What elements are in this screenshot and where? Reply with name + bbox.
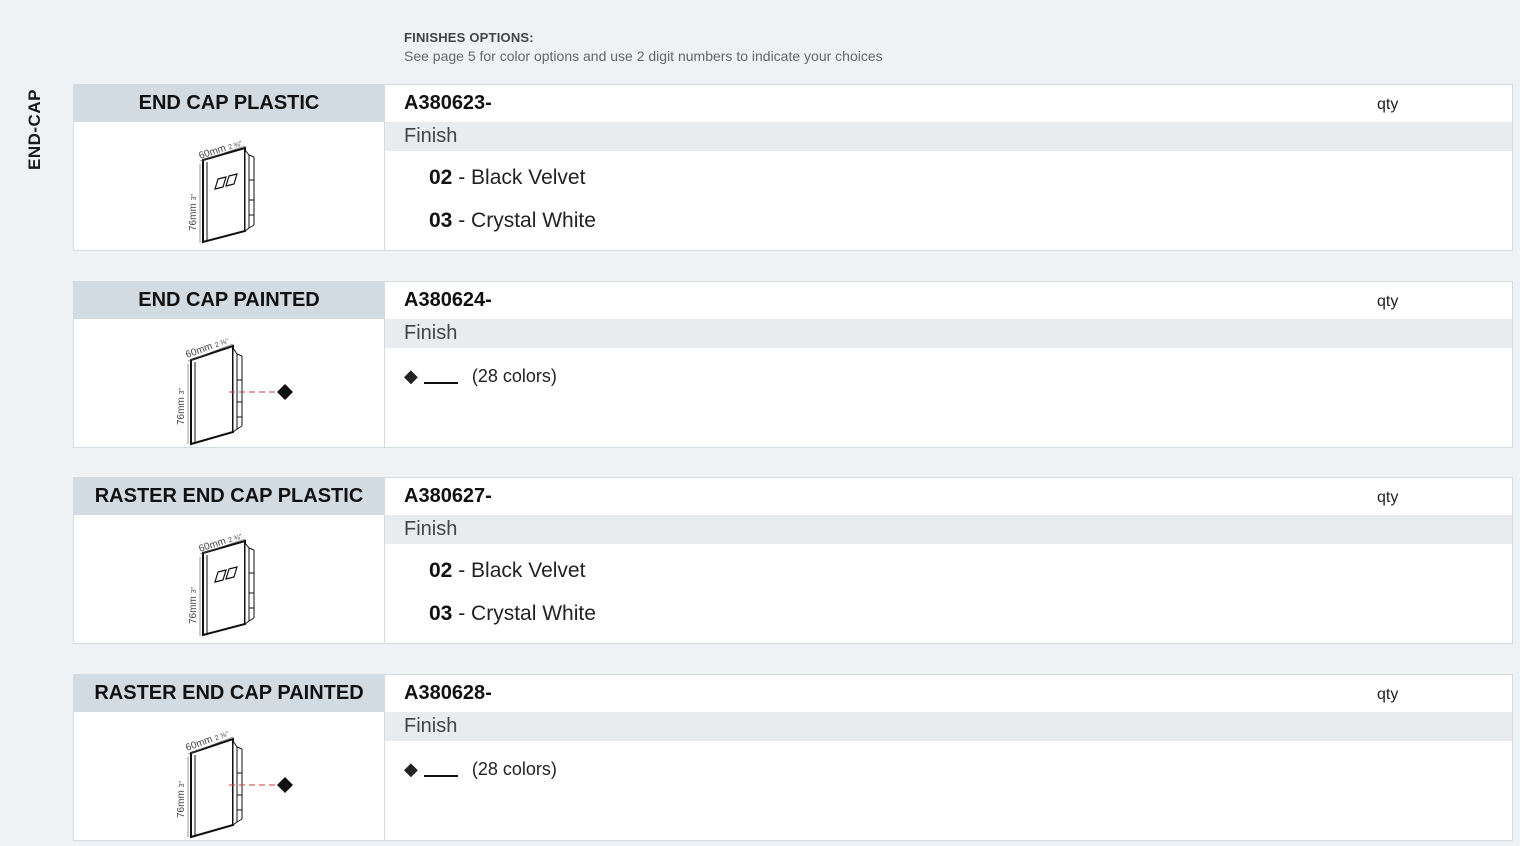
code-row: A380628- qty bbox=[385, 675, 1512, 712]
product-card: RASTER END CAP PAINTED 60mm 2 ⅜" 76mm 3"… bbox=[73, 674, 1513, 841]
code-row: A380623- qty bbox=[385, 85, 1512, 122]
option-label: - Crystal White bbox=[458, 602, 596, 625]
product-info-panel: END CAP PLASTIC 60mm 2 ⅜" 76mm 3" bbox=[74, 85, 385, 250]
height-label: 76mm bbox=[188, 596, 199, 624]
finish-option[interactable]: 02 - Black Velvet bbox=[429, 166, 585, 190]
paint-color-count: (28 colors) bbox=[471, 759, 557, 779]
product-info-panel: RASTER END CAP PAINTED 60mm 2 ⅜" 76mm 3" bbox=[74, 675, 385, 840]
qty-field[interactable]: qty bbox=[1377, 676, 1398, 713]
product-card: END CAP PAINTED 60mm 2 ⅜" 76mm 3" A38062… bbox=[73, 281, 1513, 448]
finish-label: Finish bbox=[385, 122, 1512, 151]
product-order-panel: A380627- qty Finish 02 - Black Velvet 03… bbox=[385, 478, 1512, 643]
product-name: RASTER END CAP PAINTED bbox=[74, 675, 384, 712]
product-info-panel: RASTER END CAP PLASTIC 60mm 2 ⅜" 76mm 3" bbox=[74, 478, 385, 643]
height-label: 76mm bbox=[176, 790, 187, 818]
option-label: - Crystal White bbox=[458, 209, 596, 232]
code-row: A380624- qty bbox=[385, 282, 1512, 319]
option-code: 03 bbox=[429, 209, 453, 232]
finish-option[interactable]: 02 - Black Velvet bbox=[429, 559, 585, 583]
svg-text:76mm 3": 76mm 3" bbox=[176, 388, 187, 425]
finishes-header: FINISHES OPTIONS: See page 5 for color o… bbox=[404, 30, 883, 64]
finishes-subtitle: See page 5 for color options and use 2 d… bbox=[404, 48, 883, 64]
product-code: A380627- bbox=[404, 485, 492, 507]
code-row: A380627- qty bbox=[385, 478, 1512, 515]
color-blank-line[interactable] bbox=[423, 775, 458, 777]
paint-color-field[interactable]: ◆ (28 colors) bbox=[404, 759, 557, 780]
product-name: RASTER END CAP PLASTIC bbox=[74, 478, 384, 515]
product-order-panel: A380623- qty Finish 02 - Black Velvet 03… bbox=[385, 85, 1512, 250]
finishes-title: FINISHES OPTIONS: bbox=[404, 30, 534, 45]
svg-text:76mm 3": 76mm 3" bbox=[188, 587, 199, 624]
product-card: RASTER END CAP PLASTIC 60mm 2 ⅜" 76mm 3"… bbox=[73, 477, 1513, 644]
end-cap-plastic-drawing: 60mm 2 ⅜" 76mm 3" bbox=[188, 140, 255, 244]
product-info-panel: END CAP PAINTED 60mm 2 ⅜" 76mm 3" bbox=[74, 282, 385, 447]
product-order-panel: A380624- qty Finish ◆ (28 colors) bbox=[385, 282, 1512, 447]
raster-end-cap-painted-drawing: 60mm 2 ⅜" 76mm 3" bbox=[176, 731, 293, 839]
finish-label: Finish bbox=[385, 515, 1512, 544]
section-label: END-CAP bbox=[25, 89, 44, 171]
finish-option[interactable]: 03 - Crystal White bbox=[429, 209, 596, 233]
finish-label: Finish bbox=[385, 712, 1512, 741]
raster-end-cap-plastic-drawing: 60mm 2 ⅜" 76mm 3" bbox=[188, 533, 255, 637]
option-code: 02 bbox=[429, 559, 453, 582]
height-label: 76mm bbox=[188, 203, 199, 231]
height-inch-label: 3" bbox=[191, 194, 198, 201]
diamond-icon: ◆ bbox=[404, 759, 418, 779]
product-order-panel: A380628- qty Finish ◆ (28 colors) bbox=[385, 675, 1512, 840]
height-inch-label: 3" bbox=[179, 388, 186, 395]
diamond-icon: ◆ bbox=[404, 366, 418, 386]
product-card: END CAP PLASTIC 60mm 2 ⅜" 76mm 3" A38062… bbox=[73, 84, 1513, 251]
product-name: END CAP PAINTED bbox=[74, 282, 384, 319]
paint-color-field[interactable]: ◆ (28 colors) bbox=[404, 366, 557, 387]
product-code: A380628- bbox=[404, 682, 492, 704]
option-code: 02 bbox=[429, 166, 453, 189]
paint-color-count: (28 colors) bbox=[471, 366, 557, 386]
product-name: END CAP PLASTIC bbox=[74, 85, 384, 122]
height-inch-label: 3" bbox=[191, 587, 198, 594]
svg-text:76mm 3": 76mm 3" bbox=[188, 194, 199, 231]
product-code: A380623- bbox=[404, 92, 492, 114]
height-label: 76mm bbox=[176, 397, 187, 425]
option-label: - Black Velvet bbox=[458, 559, 586, 582]
qty-field[interactable]: qty bbox=[1377, 283, 1398, 320]
end-cap-painted-drawing: 60mm 2 ⅜" 76mm 3" bbox=[176, 338, 293, 446]
option-label: - Black Velvet bbox=[458, 166, 586, 189]
finish-option[interactable]: 03 - Crystal White bbox=[429, 602, 596, 626]
product-code: A380624- bbox=[404, 289, 492, 311]
color-blank-line[interactable] bbox=[423, 382, 458, 384]
height-inch-label: 3" bbox=[179, 781, 186, 788]
option-code: 03 bbox=[429, 602, 453, 625]
svg-text:76mm 3": 76mm 3" bbox=[176, 781, 187, 818]
finish-label: Finish bbox=[385, 319, 1512, 348]
qty-field[interactable]: qty bbox=[1377, 479, 1398, 516]
qty-field[interactable]: qty bbox=[1377, 86, 1398, 123]
